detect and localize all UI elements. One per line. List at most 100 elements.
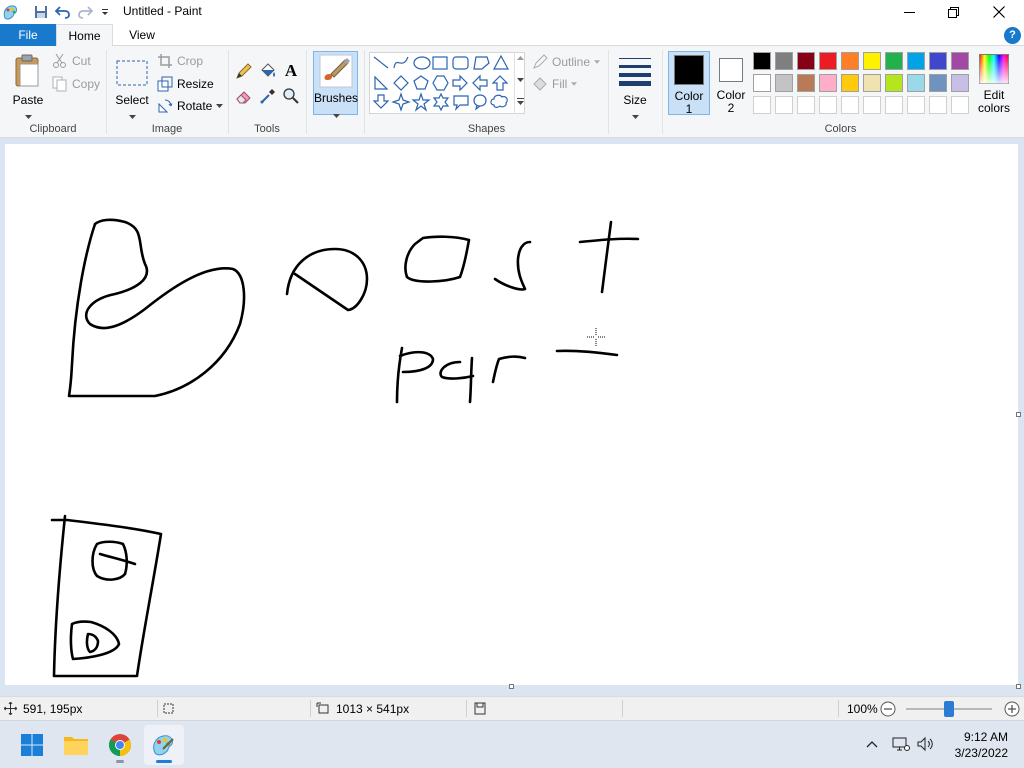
brushes-button[interactable]: Brushes — [313, 51, 358, 118]
tab-view[interactable]: View — [114, 24, 170, 46]
palette-custom-slot[interactable] — [951, 96, 969, 114]
undo-icon[interactable] — [53, 3, 73, 21]
palette-custom-slot[interactable] — [929, 96, 947, 114]
show-hidden-icons-button[interactable] — [864, 736, 880, 755]
paste-dropdown-icon[interactable] — [25, 108, 32, 122]
drawing-canvas[interactable] — [5, 144, 1018, 685]
palette-swatch[interactable] — [951, 74, 969, 92]
select-dropdown-icon[interactable] — [129, 108, 136, 122]
customize-quick-access-icon[interactable] — [95, 3, 115, 21]
paint-taskbar-button[interactable] — [144, 725, 184, 765]
size-button[interactable]: Size — [614, 50, 656, 119]
zoom-in-button[interactable] — [1004, 697, 1020, 720]
gallery-up-icon[interactable] — [517, 56, 524, 60]
resize-button[interactable]: Resize — [157, 74, 214, 94]
palette-swatch[interactable] — [841, 74, 859, 92]
palette-swatch[interactable] — [885, 52, 903, 70]
magnifier-icon[interactable] — [281, 86, 301, 106]
fill-bucket-icon[interactable] — [258, 61, 278, 81]
canvas-size-icon — [316, 702, 329, 714]
palette-swatch[interactable] — [753, 52, 771, 70]
taskbar: 9:12 AM 3/23/2022 — [0, 720, 1024, 768]
palette-swatch[interactable] — [819, 74, 837, 92]
status-separator — [157, 700, 158, 717]
rectangle-shape-icon — [432, 56, 448, 70]
palette-custom-slot[interactable] — [885, 96, 903, 114]
text-tool-icon[interactable]: A — [281, 61, 301, 81]
canvas-resize-handle-right[interactable] — [1016, 412, 1021, 417]
palette-custom-slot[interactable] — [797, 96, 815, 114]
ribbon-separator — [228, 50, 229, 134]
scribble-dash — [555, 349, 619, 357]
restore-button[interactable] — [930, 0, 976, 24]
palette-swatch[interactable] — [797, 52, 815, 70]
palette-swatch[interactable] — [885, 74, 903, 92]
start-button[interactable] — [12, 725, 52, 765]
select-button[interactable]: Select — [110, 50, 154, 119]
palette-swatch[interactable] — [951, 52, 969, 70]
shapes-gallery-icons — [372, 54, 510, 112]
canvas-resize-handle-bottom[interactable] — [509, 684, 514, 689]
paste-button[interactable]: Paste — [6, 50, 50, 119]
color2-button[interactable]: Color 2 — [712, 51, 750, 115]
palette-swatch[interactable] — [907, 74, 925, 92]
size-dropdown-icon[interactable] — [632, 108, 639, 122]
palette-swatch[interactable] — [863, 52, 881, 70]
palette-custom-slot[interactable] — [819, 96, 837, 114]
palette-custom-slot[interactable] — [775, 96, 793, 114]
palette-custom-slot[interactable] — [753, 96, 771, 114]
outline-button[interactable]: Outline — [532, 52, 601, 72]
palette-swatch[interactable] — [929, 52, 947, 70]
pencil-icon[interactable] — [234, 61, 254, 81]
edit-colors-button[interactable]: Edit colors — [974, 51, 1014, 115]
polygon-shape-icon — [473, 56, 490, 70]
down-arrow-shape-icon — [372, 94, 390, 109]
palette-swatch[interactable] — [753, 74, 771, 92]
palette-swatch[interactable] — [775, 74, 793, 92]
tab-file[interactable]: File — [0, 24, 56, 46]
minimize-button[interactable] — [886, 0, 932, 24]
help-icon[interactable]: ? — [1004, 27, 1021, 44]
status-bar: 591, 195px 1013 × 541px 100% — [0, 696, 1024, 720]
volume-tray-button[interactable] — [917, 736, 935, 755]
chrome-taskbar-button[interactable] — [100, 725, 140, 765]
network-tray-button[interactable] — [892, 736, 910, 755]
palette-swatch[interactable] — [819, 52, 837, 70]
file-explorer-taskbar-button[interactable] — [56, 725, 96, 765]
brushes-dropdown-icon[interactable] — [333, 107, 340, 121]
gallery-down-icon[interactable] — [517, 78, 524, 82]
zoom-slider-thumb[interactable] — [944, 701, 954, 717]
redo-icon[interactable] — [75, 3, 95, 21]
canvas-resize-handle-corner[interactable] — [1016, 684, 1021, 689]
color-picker-icon[interactable] — [258, 86, 278, 106]
file-size-icon — [474, 702, 486, 715]
tab-home[interactable]: Home — [56, 24, 113, 47]
paint-app-icon[interactable] — [0, 3, 20, 21]
gallery-expand-icon[interactable] — [517, 98, 524, 106]
close-button[interactable] — [976, 0, 1022, 24]
left-arrow-shape-icon — [472, 74, 488, 92]
palette-custom-slot[interactable] — [841, 96, 859, 114]
palette-swatch[interactable] — [797, 74, 815, 92]
scribble-d-inner — [85, 632, 100, 654]
palette-swatch[interactable] — [863, 74, 881, 92]
system-clock[interactable]: 9:12 AM 3/23/2022 — [955, 729, 1008, 761]
color1-button[interactable]: Color 1 — [668, 51, 710, 116]
cut-button[interactable]: Cut — [52, 51, 91, 71]
zoom-out-button[interactable] — [880, 697, 896, 720]
palette-custom-slot[interactable] — [863, 96, 881, 114]
fill-button[interactable]: Fill — [532, 74, 578, 94]
zoom-slider-track[interactable] — [906, 701, 992, 717]
palette-custom-slot[interactable] — [907, 96, 925, 114]
crop-button[interactable]: Crop — [157, 51, 203, 71]
rotate-button[interactable]: Rotate — [157, 96, 224, 116]
folder-icon — [64, 737, 88, 755]
palette-swatch[interactable] — [775, 52, 793, 70]
crop-icon — [158, 54, 172, 68]
eraser-icon[interactable] — [234, 86, 254, 106]
palette-swatch[interactable] — [907, 52, 925, 70]
palette-swatch[interactable] — [841, 52, 859, 70]
palette-swatch[interactable] — [929, 74, 947, 92]
save-icon[interactable] — [31, 3, 51, 21]
copy-button[interactable]: Copy — [52, 74, 100, 94]
